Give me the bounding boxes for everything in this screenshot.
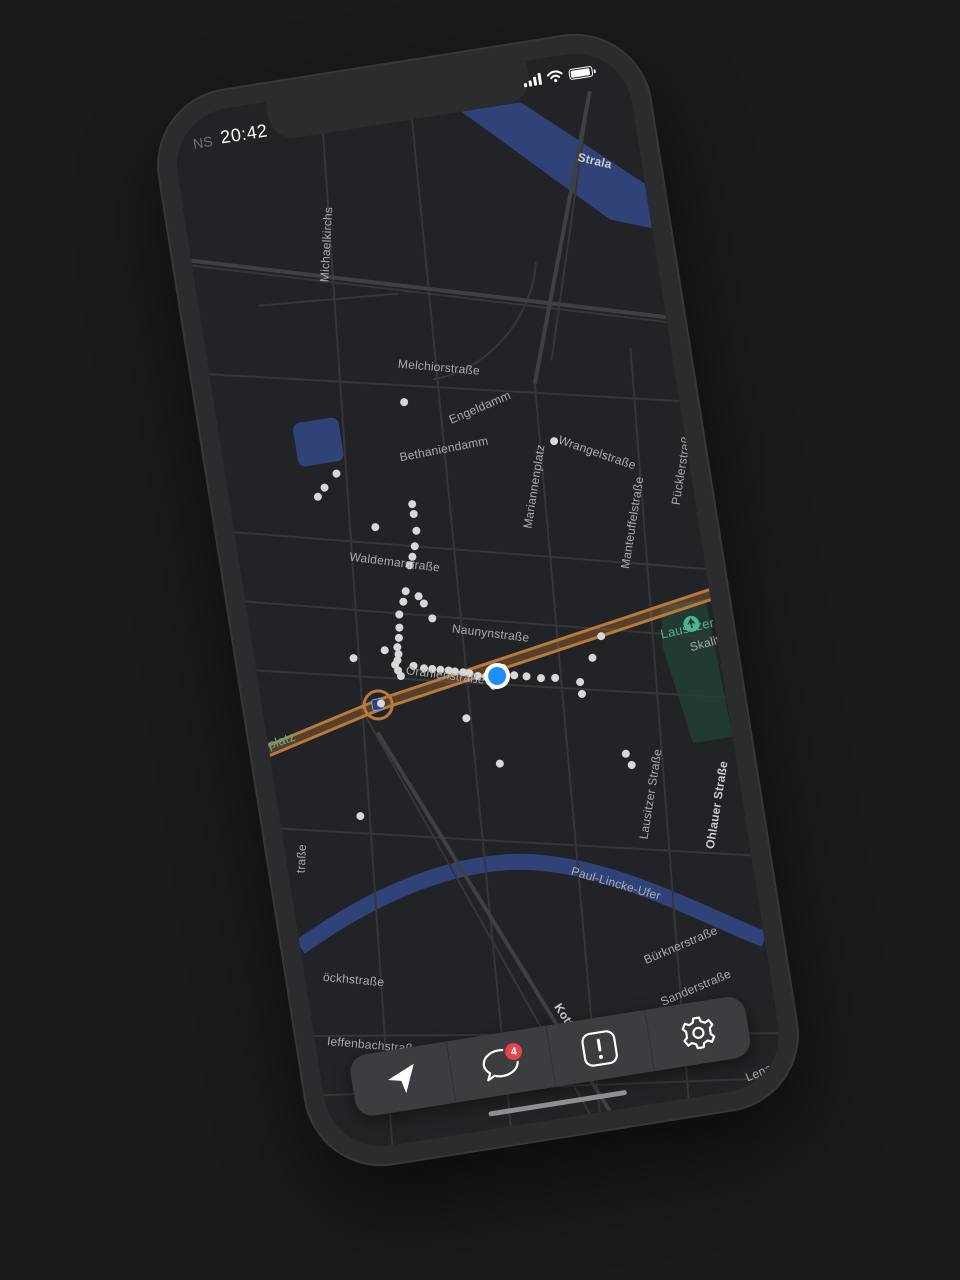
pond: [293, 417, 344, 467]
location-arrow-icon: [387, 1063, 414, 1094]
label-partial-left: NS: [191, 132, 215, 152]
phone-mockup: Strala Michaelkirchs Melchiorstraße Enge…: [145, 22, 811, 1178]
label-left-strasse: traße: [293, 843, 310, 874]
stage: Strala Michaelkirchs Melchiorstraße Enge…: [0, 0, 960, 1280]
gear-icon: [681, 1016, 716, 1050]
phone-screen: Strala Michaelkirchs Melchiorstraße Enge…: [168, 45, 788, 1155]
wifi-icon: [546, 70, 563, 83]
exclamation-icon: [581, 1030, 619, 1067]
